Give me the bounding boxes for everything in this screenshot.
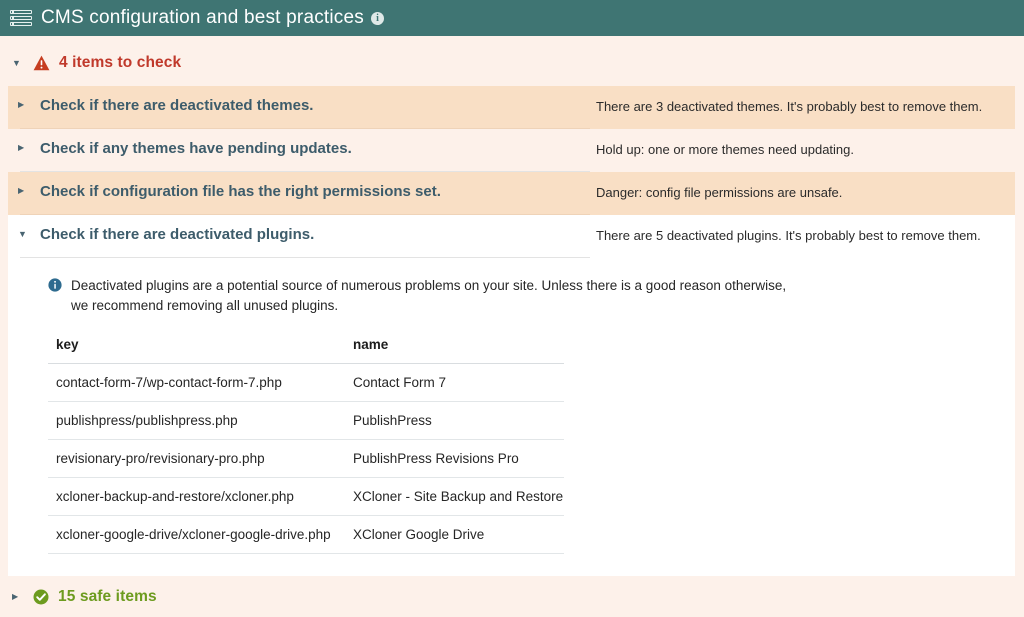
checks-list: Check if there are deactivated themes. T… [0,86,1024,577]
plugin-key: contact-form-7/wp-contact-form-7.php [48,363,345,403]
check-message: Hold up: one or more themes need updatin… [596,142,855,157]
info-icon [48,278,62,292]
column-header-key: key [48,337,345,365]
check-row-toggle[interactable]: Check if configuration file has the righ… [0,172,596,213]
page-body: 4 items to check Check if there are deac… [0,36,1024,617]
table-row: xcloner-google-drive/xcloner-google-driv… [48,515,564,555]
check-row[interactable]: Check if any themes have pending updates… [0,129,1024,172]
plugin-key: publishpress/publishpress.php [48,401,345,441]
check-message: Danger: config file permissions are unsa… [596,185,843,200]
table-row: publishpress/publishpress.php PublishPre… [48,401,564,441]
check-row[interactable]: Check if configuration file has the righ… [0,172,1024,215]
chevron-down-icon[interactable] [12,59,26,68]
chevron-right-icon[interactable] [18,101,32,109]
plugin-name: XCloner - Site Backup and Restore [345,477,564,517]
table-header-row: key name [48,337,564,365]
chevron-down-icon[interactable] [18,230,32,239]
plugin-name: XCloner Google Drive [345,515,564,555]
check-message: There are 3 deactivated themes. It's pro… [596,99,983,114]
table-row: xcloner-backup-and-restore/xcloner.php X… [48,477,564,517]
check-label: Check if there are deactivated plugins. [40,226,315,243]
check-row[interactable]: Check if there are deactivated plugins. … [0,215,1024,258]
title-info-icon[interactable]: i [370,11,384,25]
group-title-to-check: 4 items to check [59,54,182,71]
group-title-safe: 15 safe items [58,588,157,606]
row-divider [20,257,590,258]
column-header-name: name [345,337,564,365]
page-title: CMS configuration and best practices [41,7,364,28]
check-message: There are 5 deactivated plugins. It's pr… [596,228,981,243]
chevron-right-icon[interactable] [18,187,32,195]
plugin-key: xcloner-google-drive/xcloner-google-driv… [48,515,345,555]
check-label: Check if any themes have pending updates… [40,140,352,157]
check-detail-panel: Deactivated plugins are a potential sour… [0,258,1024,577]
detail-note-text: Deactivated plugins are a potential sour… [71,278,787,313]
server-stack-icon [10,7,32,29]
check-label: Check if configuration file has the righ… [40,183,441,200]
chevron-right-icon[interactable] [12,593,26,601]
check-circle-icon [33,589,49,605]
chevron-right-icon[interactable] [18,144,32,152]
plugin-name: PublishPress [345,401,564,441]
table-row: revisionary-pro/revisionary-pro.php Publ… [48,439,564,479]
check-row-toggle[interactable]: Check if there are deactivated themes. [0,86,596,127]
check-row[interactable]: Check if there are deactivated themes. T… [0,86,1024,129]
plugin-key: revisionary-pro/revisionary-pro.php [48,439,345,479]
warning-triangle-icon [33,55,50,71]
window-titlebar: CMS configuration and best practices i [0,0,1024,36]
group-header-to-check[interactable]: 4 items to check [0,36,1024,86]
check-label: Check if there are deactivated themes. [40,97,314,114]
check-row-toggle[interactable]: Check if there are deactivated plugins. [0,215,596,256]
table-row: contact-form-7/wp-contact-form-7.php Con… [48,363,564,403]
plugin-key: xcloner-backup-and-restore/xcloner.php [48,477,345,517]
plugin-name: PublishPress Revisions Pro [345,439,564,479]
plugin-name: Contact Form 7 [345,363,564,403]
group-header-safe[interactable]: 15 safe items [0,576,1024,606]
check-row-toggle[interactable]: Check if any themes have pending updates… [0,129,596,170]
detail-note: Deactivated plugins are a potential sour… [0,272,800,315]
deactivated-plugins-table: key name contact-form-7/wp-contact-form-… [48,337,564,555]
